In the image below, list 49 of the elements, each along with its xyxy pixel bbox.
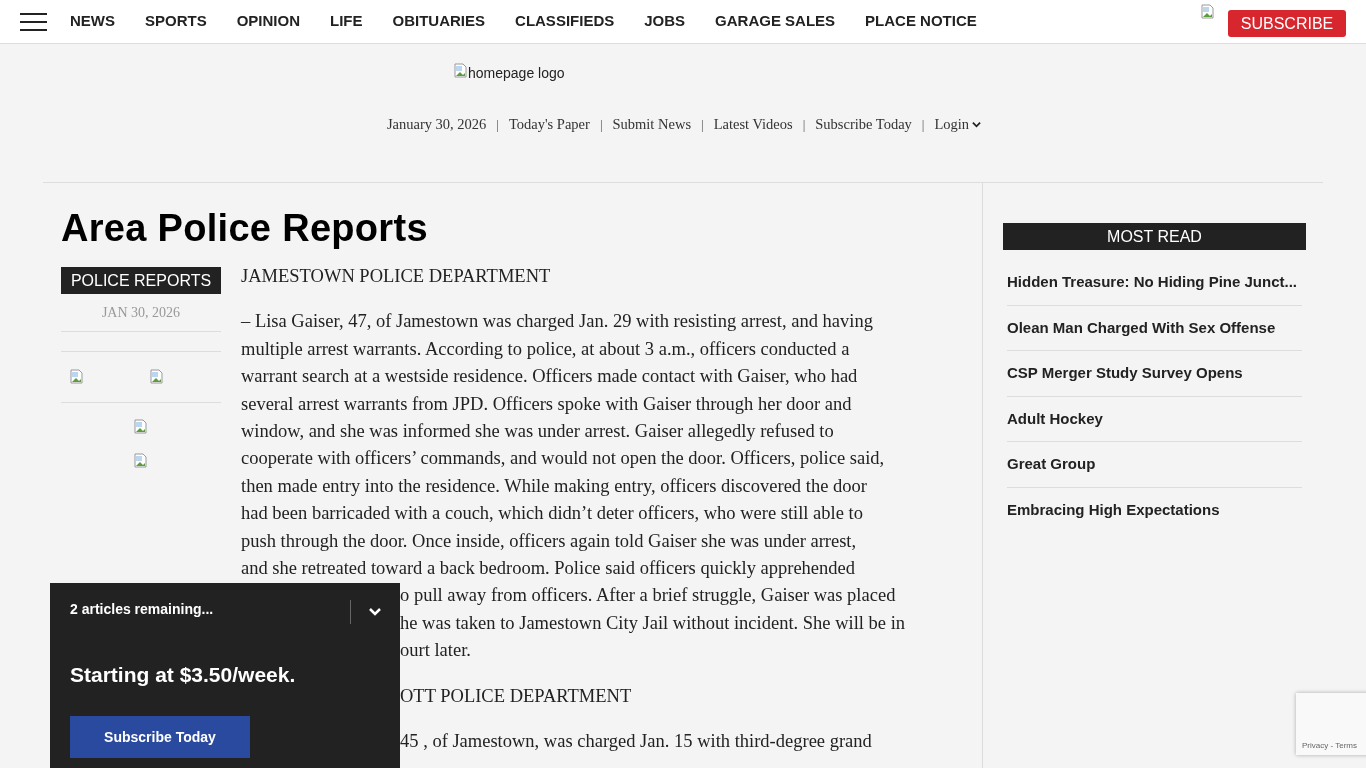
category-tag: POLICE REPORTS xyxy=(61,267,221,294)
remaining-text: 2 articles remaining... xyxy=(70,600,214,619)
date-text: JAN 30, 2026 xyxy=(100,304,182,322)
separator-text: | xyxy=(496,116,499,135)
nav-link[interactable]: OPINION xyxy=(236,10,301,33)
broken-image-icon xyxy=(133,419,149,435)
recaptcha-links[interactable]: Privacy - Terms xyxy=(1302,740,1357,752)
most-read-link[interactable]: Great Group xyxy=(1007,442,1302,488)
broken-image-icon xyxy=(69,369,85,385)
logo-image: homepage logo xyxy=(453,63,565,84)
broken-image-icon xyxy=(133,453,149,469)
section-heading: OTT POLICE DEPARTMENT xyxy=(399,684,633,708)
header-link[interactable]: Today's Paper xyxy=(508,114,590,136)
article-paragraph: 45 , of Jamestown, was charged Jan. 15 with third-degree grand xyxy=(399,730,873,754)
login-link[interactable]: Login xyxy=(934,114,982,136)
subscribe-button[interactable]: Subscribe Today xyxy=(70,716,250,758)
nav-link[interactable]: OBITUARIES xyxy=(392,10,486,33)
menu-icon[interactable] xyxy=(20,12,47,31)
nav-link[interactable]: NEWS xyxy=(70,10,115,33)
subscribe-button[interactable]: SUBSCRIBE xyxy=(1228,10,1346,37)
broken-image-icon xyxy=(149,369,165,385)
header-link[interactable]: Latest Videos xyxy=(713,114,793,136)
article-paragraph: o pull away from officers. After a brief struggle, Gaiser was placed he was taken to Jamestown City Jail without incident. She will be in ourt later. xyxy=(400,584,906,663)
separator-text: | xyxy=(921,116,925,135)
header-link[interactable]: Subscribe Today xyxy=(815,114,912,136)
most-read-link[interactable]: CSP Merger Study Survey Opens xyxy=(1007,351,1302,397)
separator-text: | xyxy=(802,116,806,135)
section-heading: JAMESTOWN POLICE DEPARTMENT xyxy=(241,265,552,288)
separator-text: | xyxy=(599,116,603,135)
chevron-down-icon[interactable] xyxy=(369,607,381,617)
most-read-link[interactable]: Hidden Treasure: No Hiding Pine Junct... xyxy=(1007,260,1302,306)
most-read-link[interactable]: Olean Man Charged With Sex Offense xyxy=(1007,305,1302,351)
most-read-link[interactable]: Adult Hockey xyxy=(1007,396,1302,442)
section-header: MOST READ xyxy=(1003,223,1306,250)
most-read-link[interactable]: Embracing High Expectations xyxy=(1007,487,1302,532)
chevron-down-icon xyxy=(972,120,982,130)
nav-link[interactable]: GARAGE SALES xyxy=(715,10,836,33)
separator-text: | xyxy=(701,116,704,135)
date-text: January 30, 2026 xyxy=(386,115,487,134)
nav-link[interactable]: PLACE NOTICE xyxy=(865,10,977,33)
nav-link[interactable]: LIFE xyxy=(330,10,363,33)
broken-image-icon xyxy=(1200,4,1216,20)
broken-image-icon xyxy=(453,63,469,79)
nav-link[interactable]: CLASSIFIEDS xyxy=(515,10,615,33)
nav-link[interactable]: SPORTS xyxy=(145,10,207,33)
header-link[interactable]: Submit News xyxy=(612,114,692,136)
article-title: Area Police Reports xyxy=(61,206,429,251)
nav-link[interactable]: JOBS xyxy=(644,10,686,33)
price-text: Starting at $3.50/week. xyxy=(70,662,296,688)
